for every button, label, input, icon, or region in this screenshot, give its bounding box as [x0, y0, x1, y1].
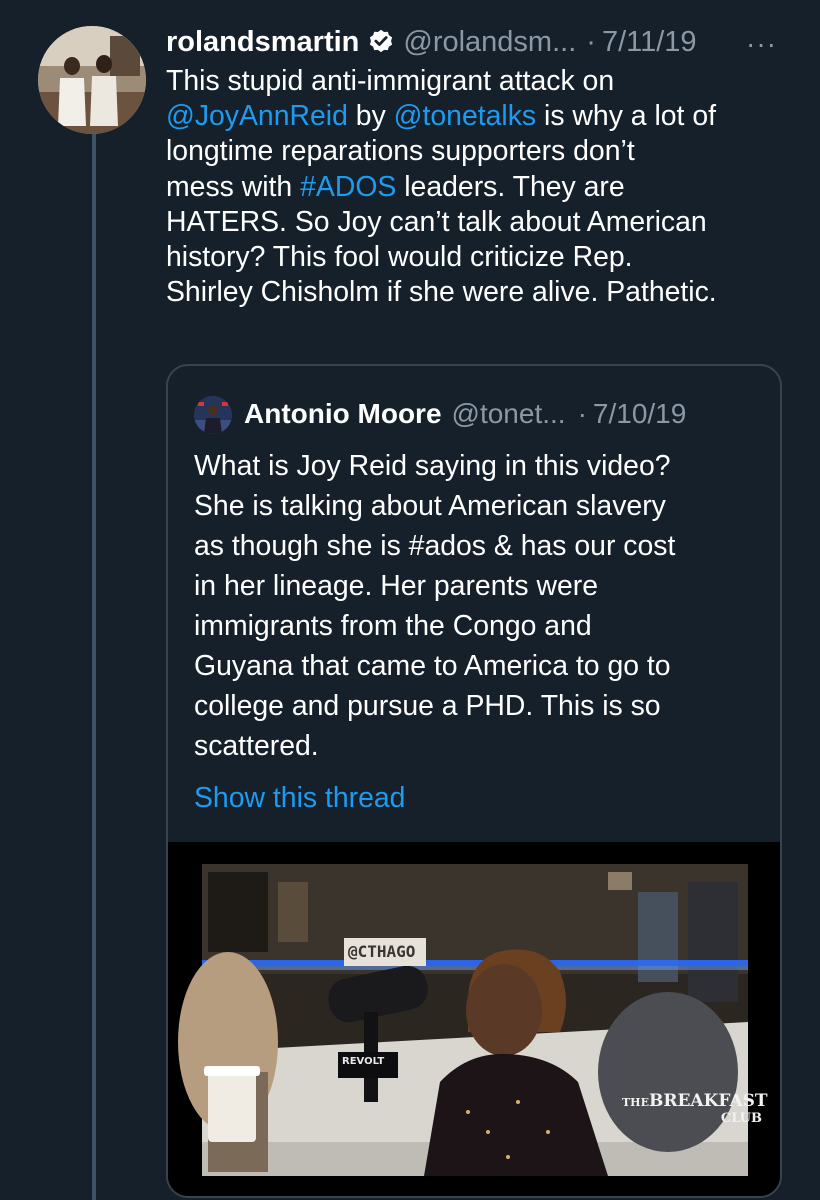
breakfast-club-watermark: THEBREAKFAST CLUB: [622, 1093, 768, 1126]
quoted-text-line: in her lineage. Her parents were: [194, 570, 598, 602]
quoted-text-line: scattered.: [194, 730, 319, 762]
watermark-club: CLUB: [720, 1111, 762, 1126]
watermark-breakfast: BREAKFAST: [648, 1091, 768, 1111]
quoted-tweet-header: Antonio Moore @tonet... · 7/10/19: [244, 394, 686, 434]
quoted-header-separator: ·: [577, 398, 587, 429]
quoted-tweet-body: What is Joy Reid saying in this video? S…: [194, 446, 764, 766]
mic-flag-label: REVOLT: [342, 1056, 385, 1067]
tweet-text-line: longtime reparations supporters don’t: [166, 135, 635, 168]
video-frame: [168, 842, 780, 1196]
quoted-author-avatar[interactable]: [194, 396, 232, 434]
quoted-text-line: What is Joy Reid saying in this video?: [194, 450, 671, 482]
tweet-page: rolandsmartin @rolandsm... · 7/11/19 ···…: [0, 0, 820, 1200]
quoted-tweet-card[interactable]: Antonio Moore @tonet... · 7/10/19 What i…: [166, 364, 782, 1198]
video-player[interactable]: @CTHAGO REVOLT THEBREAKFAST CLUB: [168, 842, 780, 1196]
avatar-photo-icon: [38, 26, 146, 134]
verified-badge-icon: [367, 28, 395, 56]
watermark-the: THE: [622, 1096, 649, 1109]
author-handle[interactable]: @rolandsm...: [403, 26, 576, 59]
show-thread-link[interactable]: Show this thread: [194, 782, 405, 815]
author-display-name[interactable]: rolandsmartin: [166, 26, 359, 59]
tweet-text-fragment: mess with: [166, 170, 301, 203]
quoted-text-line: college and pursue a PHD. This is so: [194, 690, 661, 722]
quoted-avatar-photo-icon: [194, 396, 232, 434]
tweet-header: rolandsmartin @rolandsm... · 7/11/19: [166, 22, 697, 62]
more-options-icon[interactable]: ···: [746, 28, 777, 60]
quoted-author-display-name[interactable]: Antonio Moore: [244, 398, 442, 430]
tweet-text-fragment: leaders. They are: [396, 170, 625, 203]
tweet-text-line: HATERS. So Joy can’t talk about American: [166, 205, 707, 238]
tweet-text-fragment: by: [347, 100, 394, 133]
header-separator: ·: [586, 25, 596, 58]
quoted-text-line: as though she is #ados & has our cost: [194, 530, 676, 562]
tweet-text-line: Shirley Chisholm if she were alive. Path…: [166, 276, 717, 309]
tweet-text-line: This stupid anti-immigrant attack on: [166, 65, 615, 97]
avatar[interactable]: [38, 26, 146, 134]
quoted-text-line: immigrants from the Congo and: [194, 610, 592, 642]
tweet-text-fragment: is why a lot of: [536, 100, 717, 133]
tweet-text-line: history? This fool would criticize Rep.: [166, 241, 633, 274]
mention-joyannreid[interactable]: @JoyAnnReid: [166, 100, 348, 132]
quoted-text-line: She is talking about American slavery: [194, 490, 666, 522]
quoted-author-handle[interactable]: @tonet...: [452, 398, 566, 430]
quoted-text-line: Guyana that came to America to go to: [194, 650, 671, 682]
tweet-date[interactable]: 7/11/19: [602, 26, 697, 59]
video-overlay-tag: @CTHAGO: [348, 942, 416, 961]
hashtag-ados[interactable]: #ADOS: [300, 171, 396, 203]
tweet-body: This stupid anti-immigrant attack on @Jo…: [166, 64, 802, 310]
mention-tonetalks[interactable]: @tonetalks: [394, 100, 536, 132]
quoted-tweet-date[interactable]: 7/10/19: [593, 398, 686, 430]
thread-connector-line: [92, 128, 96, 1200]
